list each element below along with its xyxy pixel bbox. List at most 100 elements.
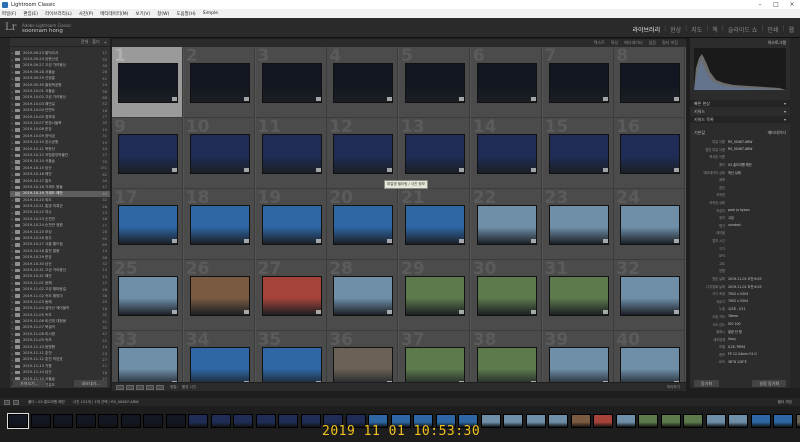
- photo-thumbnail[interactable]: [261, 134, 322, 174]
- filmstrip-thumbnail[interactable]: [683, 414, 703, 428]
- photo-thumbnail[interactable]: [620, 134, 681, 174]
- filmstrip-thumbnail[interactable]: [503, 414, 523, 428]
- grid-cell[interactable]: 18: [183, 188, 255, 260]
- maximize-button[interactable]: □: [768, 1, 784, 8]
- filmstrip-thumbnail[interactable]: [795, 414, 800, 428]
- grid-cell[interactable]: 15: [542, 117, 614, 189]
- menu-window[interactable]: 창(W): [157, 11, 169, 17]
- grid-cell[interactable]: 6: [470, 47, 542, 118]
- histogram-header[interactable]: 히스토그램: [690, 38, 790, 47]
- folder-item[interactable]: ▸ 2019-10-26 광주 55: [10, 235, 110, 241]
- folder-item[interactable]: ▸ 2019-09-27 고성 가리왕산 34: [10, 63, 110, 69]
- grid-cell[interactable]: 2: [183, 47, 255, 118]
- folder-item[interactable]: ▸ 2019-10-17 홍도 34: [10, 178, 110, 184]
- photo-thumbnail[interactable]: [118, 134, 178, 174]
- photo-thumbnail[interactable]: [476, 134, 537, 174]
- photo-thumbnail[interactable]: [261, 276, 322, 316]
- photo-thumbnail[interactable]: [405, 134, 465, 174]
- folder-item[interactable]: ▸ 2019-10-15 남산 151: [10, 165, 110, 171]
- metadata-value[interactable]: 1/2초 - f/11: [728, 306, 746, 311]
- folder-item[interactable]: ▸ 2019-10-19 거제도 해안 68: [10, 190, 110, 197]
- folder-item[interactable]: ▸ 2019-10-23 순천만 46: [10, 216, 110, 222]
- metadata-value[interactable]: 2019-11-01 오전 6:03: [728, 276, 762, 281]
- photo-thumbnail[interactable]: [189, 63, 250, 103]
- filmstrip-thumbnail[interactable]: [278, 414, 298, 428]
- metadata-header[interactable]: 메타데이터: [768, 130, 786, 136]
- close-button[interactable]: ×: [784, 1, 800, 8]
- survey-view-icon[interactable]: [146, 384, 154, 390]
- folder-item[interactable]: ▸ 2019-10-22 여수 23: [10, 210, 110, 216]
- photo-thumbnail[interactable]: [333, 205, 394, 245]
- grid-cell[interactable]: 31: [542, 259, 614, 331]
- folder-item[interactable]: ▸ 2019-10-21 통영 미륵산 28: [10, 203, 110, 209]
- grid-cell[interactable]: 29: [399, 259, 470, 331]
- preview-toggle[interactable]: 미리보기: [667, 385, 680, 390]
- minimize-button[interactable]: –: [752, 1, 768, 8]
- sync-button[interactable]: 동기화: [694, 380, 720, 387]
- photo-thumbnail[interactable]: [333, 63, 394, 103]
- folder-item[interactable]: ▸ 2019-10-09 창덕궁 31: [10, 133, 110, 139]
- folder-item[interactable]: ▸ 2019-11-11 춘천 23: [10, 350, 110, 356]
- filter-status[interactable]: 필터 꺼짐: [662, 40, 678, 46]
- metadata-value[interactable]: 7952 x 5304: [728, 292, 748, 296]
- photo-thumbnail[interactable]: [118, 63, 178, 103]
- photo-thumbnail[interactable]: [333, 347, 394, 382]
- metadata-value[interactable]: 2019-11-01 오전 6:03: [728, 284, 762, 289]
- grid-cell[interactable]: 5: [399, 47, 470, 118]
- grid-cell[interactable]: 17: [112, 188, 183, 260]
- folder-item[interactable]: ▸ 2019-09-24 남한산성 35: [10, 56, 110, 62]
- photo-thumbnail[interactable]: [405, 63, 465, 103]
- metadata-value[interactable]: 03 홍도여행 해안: [728, 162, 752, 167]
- folder-item[interactable]: ▸ 2019-09-29 선정릉 41: [10, 76, 110, 82]
- filmstrip-thumbnail[interactable]: [593, 414, 613, 428]
- metadata-value[interactable]: R5_00467.ARW: [728, 147, 752, 151]
- metadata-value[interactable]: Sony: [728, 337, 736, 341]
- grid-cell[interactable]: 11: [255, 117, 327, 189]
- module-slideshow[interactable]: 슬라이드 쇼: [728, 25, 758, 34]
- filmstrip-thumbnail[interactable]: [705, 414, 726, 428]
- folder-item[interactable]: ▸ 2019-10-04 안면도 18: [10, 108, 110, 114]
- grid-cell[interactable]: 39: [542, 330, 614, 382]
- folder-item[interactable]: ▸ 2019-10-27 서울 월드컵 69: [10, 242, 110, 248]
- filmstrip-source[interactable]: 폴더 : 03 홍도여행 해안: [28, 400, 65, 405]
- grid-cell[interactable]: 4: [327, 47, 399, 118]
- grid-cell[interactable]: 36: [327, 330, 399, 382]
- grid-cell[interactable]: 32: [614, 259, 686, 331]
- folder-item[interactable]: ▸ 2019-11-14 남산 18: [10, 370, 110, 376]
- grid-cell[interactable]: 24: [614, 188, 686, 260]
- metadata-value[interactable]: 발광 안 함: [728, 329, 742, 334]
- filmstrip-thumbnail[interactable]: [233, 414, 253, 428]
- right-panel-edge[interactable]: [790, 38, 800, 388]
- menu-photo[interactable]: 사진(P): [79, 11, 94, 17]
- folder-item[interactable]: ▸ 2019-10-20 외도 32: [10, 197, 110, 203]
- module-library[interactable]: 라이브러리: [632, 25, 660, 34]
- filmstrip-thumbnail[interactable]: [300, 414, 321, 428]
- filmstrip-thumbnail[interactable]: [120, 414, 141, 428]
- photo-thumbnail[interactable]: [548, 205, 609, 245]
- filmstrip-filter[interactable]: 필터 꺼짐: [778, 400, 792, 405]
- filmstrip-thumbnail[interactable]: [255, 414, 276, 428]
- folder-item[interactable]: ▸ 2019-09-30 올림픽공원 24: [10, 82, 110, 88]
- metadata-value[interactable]: ILCE-7RM4: [728, 345, 745, 349]
- metadata-preset-row[interactable]: 기본값 메타데이터: [690, 129, 790, 136]
- folder-item[interactable]: ▸ 2019-10-30 남산 32: [10, 261, 110, 267]
- photo-thumbnail[interactable]: [189, 276, 250, 316]
- grid-cell[interactable]: 25: [112, 259, 183, 331]
- metadata-value[interactable]: 최신 상태: [728, 170, 741, 175]
- folder-item[interactable]: ▸ 2019-10-10 호수공원 19: [10, 139, 110, 145]
- grid-cell[interactable]: 7: [542, 47, 614, 118]
- menu-simple[interactable]: Simple: [203, 11, 218, 16]
- folder-item[interactable]: ▸ 2019-11-07 북설악 35: [10, 325, 110, 331]
- module-map[interactable]: 지도: [691, 25, 702, 34]
- folder-item[interactable]: ▸ 2019-09-23 팔덕이서 11: [10, 50, 110, 56]
- folder-item[interactable]: ▸ 2019-11-12 춘천 의암호 27: [10, 357, 110, 363]
- photo-thumbnail[interactable]: [118, 205, 178, 245]
- second-window-icon[interactable]: [4, 399, 10, 405]
- sync-settings-button[interactable]: 설정 동기화: [752, 380, 786, 387]
- folders-all-toggle[interactable]: 전체: [81, 39, 88, 45]
- grid-cell[interactable]: 19: [255, 188, 327, 260]
- metadata-value[interactable]: 38°N 128°E: [728, 360, 747, 364]
- photo-thumbnail[interactable]: [476, 205, 537, 245]
- folder-item[interactable]: ▸ 2019-10-07 한강나들목 35: [10, 120, 110, 126]
- folder-item[interactable]: ▸ 2019-10-28 홍천 팔봉 14: [10, 248, 110, 254]
